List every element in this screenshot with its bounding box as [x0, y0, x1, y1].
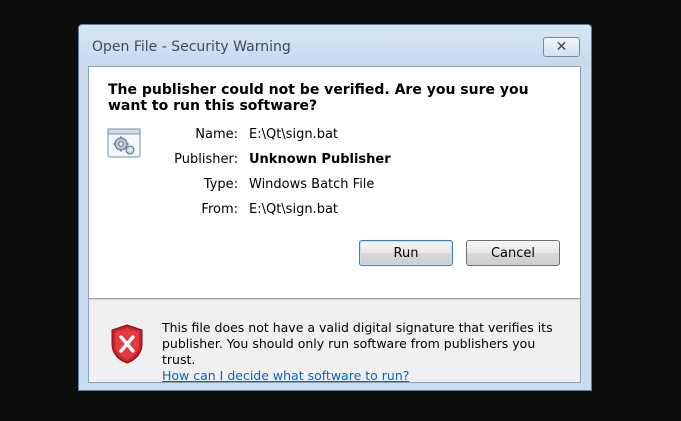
publisher-value: Unknown Publisher	[249, 152, 391, 167]
batch-file-gear-icon	[107, 128, 141, 158]
dialog-body: The publisher could not be verified. Are…	[88, 66, 581, 383]
from-value: E:\Qt\sign.bat	[249, 202, 339, 217]
publisher-label: Publisher:	[174, 152, 238, 167]
warning-message: This file does not have a valid digital …	[162, 320, 572, 382]
close-button[interactable]: ✕	[543, 37, 580, 57]
cancel-button[interactable]: Cancel	[466, 240, 560, 266]
window-title: Open File - Security Warning	[92, 39, 291, 55]
run-button[interactable]: Run	[359, 240, 453, 266]
help-link[interactable]: How can I decide what software to run?	[162, 368, 409, 382]
name-label: Name:	[195, 127, 238, 142]
warning-panel: This file does not have a valid digital …	[89, 299, 580, 382]
title-bar[interactable]: Open File - Security Warning ✕	[79, 25, 591, 67]
from-label: From:	[201, 202, 238, 217]
type-label: Type:	[203, 177, 238, 192]
warning-text: This file does not have a valid digital …	[162, 320, 553, 367]
type-value: Windows Batch File	[249, 177, 375, 192]
close-icon: ✕	[555, 39, 568, 55]
security-warning-dialog: Open File - Security Warning ✕ The publi…	[78, 24, 592, 391]
name-value: E:\Qt\sign.bat	[249, 127, 339, 142]
warning-heading: The publisher could not be verified. Are…	[108, 82, 529, 114]
red-shield-x-icon	[111, 324, 143, 364]
